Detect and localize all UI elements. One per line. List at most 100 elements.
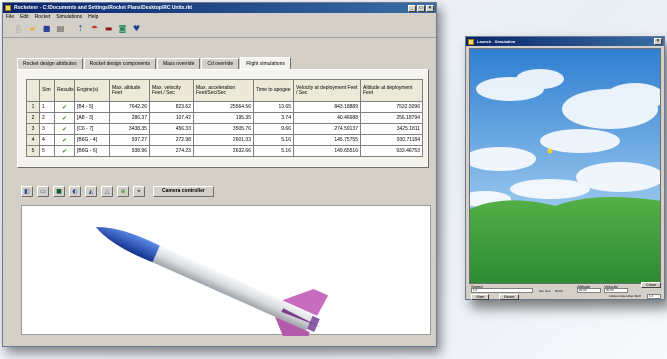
max-velocity-cell[interactable]: 272.98 <box>149 134 194 146</box>
max-acceleration-cell[interactable]: 195.35 <box>193 112 254 124</box>
menu-edit[interactable]: Edit <box>20 14 29 20</box>
rocket-3d-viewport[interactable] <box>21 205 431 354</box>
time-to-apogee-cell[interactable]: 5.16 <box>253 145 294 157</box>
sim-cell[interactable]: 4 <box>39 134 55 146</box>
max-altitude-cell[interactable]: 7642.26 <box>109 101 150 113</box>
column-header[interactable]: Max. velocity Feet / Sec <box>149 79 194 102</box>
tab-mass-override[interactable]: Mass override <box>156 58 201 69</box>
time-to-apogee-cell[interactable]: 9.66 <box>253 123 294 135</box>
column-header[interactable]: Sim <box>39 79 55 102</box>
max-altitude-cell[interactable]: 938.96 <box>109 145 150 157</box>
table-row[interactable]: 3 3 ✔ [C6 - 7] 3438.35 456.33 3505.76 9.66 274.5… <box>26 123 423 135</box>
row-number[interactable]: 5 <box>26 145 40 157</box>
table-row[interactable]: 2 2 ✔ [A8 - 3] 286.37 107.42 195.35 3.74 40.4668… <box>26 112 423 124</box>
parachute-icon[interactable]: ☂ <box>89 24 100 35</box>
altitude-deployment-cell[interactable]: 3425.1811 <box>360 123 423 135</box>
results-cell[interactable]: ✔ <box>54 123 75 135</box>
sim-cell[interactable]: 2 <box>39 112 55 124</box>
sim-cell[interactable]: 3 <box>39 123 55 135</box>
results-cell[interactable]: ✔ <box>54 101 75 113</box>
table-row[interactable]: 4 4 ✔ [B6G - 4] 937.27 272.98 2601.33 5.16 145.7… <box>26 134 423 146</box>
column-header[interactable]: Altitude at deployment Feet <box>360 79 423 102</box>
fins-icon[interactable]: ◭ <box>85 186 97 197</box>
max-altitude-cell[interactable]: 286.37 <box>109 112 150 124</box>
altitude-deployment-cell[interactable]: 256.18794 <box>360 112 423 124</box>
open-folder-icon[interactable]: ▰ <box>27 24 38 35</box>
column-header[interactable]: Engine(s) <box>74 79 110 102</box>
table-row[interactable]: 1 1 ✔ [B4 - 5] 7642.26 823.62 25564.56 13.65 843… <box>26 101 423 113</box>
tab-rocket-design-components[interactable]: Rocket design components <box>83 58 156 69</box>
row-number[interactable]: 4 <box>26 134 40 146</box>
engine-cell[interactable]: [C6 - 7] <box>74 123 110 135</box>
row-number[interactable]: 2 <box>26 112 40 124</box>
engine-cell[interactable]: [B4 - 5] <box>74 101 110 113</box>
tab-rocket-design-attributes[interactable]: Rocket design attributes <box>17 58 83 69</box>
velocity-deployment-cell[interactable]: 40.46688 <box>293 112 361 124</box>
altitude-deployment-cell[interactable]: 933.46753 <box>360 145 423 157</box>
max-acceleration-cell[interactable]: 3505.76 <box>193 123 254 135</box>
time-to-apogee-cell[interactable]: 3.74 <box>253 112 294 124</box>
tab-flight-simulations[interactable]: Flight simulations <box>240 57 291 69</box>
start-button[interactable]: Start <box>471 294 490 300</box>
max-velocity-cell[interactable]: 107.42 <box>149 112 194 124</box>
results-cell[interactable]: ✔ <box>54 112 75 124</box>
menu-simulations[interactable]: Simulations <box>56 14 82 20</box>
altitude-deployment-cell[interactable]: 930.71184 <box>360 134 423 146</box>
tab-cd-override[interactable]: Cd override <box>201 58 240 69</box>
menu-help[interactable]: Help <box>88 14 98 20</box>
velocity-deployment-cell[interactable]: 149.65516 <box>293 145 361 157</box>
camera-controller-button[interactable]: Camera controller <box>153 186 214 197</box>
column-header[interactable]: Results <box>54 79 75 102</box>
sim-cell[interactable]: 1 <box>39 101 55 113</box>
speed-field[interactable] <box>471 288 533 293</box>
column-header[interactable]: Velocity at deployment Feet / Sec <box>293 79 361 102</box>
rocket-icon[interactable]: ⇡ <box>75 24 86 35</box>
motor-icon[interactable]: ▬ <box>103 24 114 35</box>
print-icon[interactable]: ▤ <box>55 24 66 35</box>
color-icon[interactable]: ◐ <box>69 186 81 197</box>
view-front-icon[interactable]: ◧ <box>21 186 33 197</box>
reset-button[interactable]: Reset <box>499 294 520 300</box>
view-3d-icon[interactable]: ■ <box>53 186 65 197</box>
max-acceleration-cell[interactable]: 2601.33 <box>193 134 254 146</box>
row-number[interactable]: 1 <box>26 101 40 113</box>
sim-cell[interactable]: 5 <box>39 145 55 157</box>
maximize-icon[interactable]: □ <box>417 4 425 12</box>
max-velocity-cell[interactable]: 823.62 <box>149 101 194 113</box>
cg-icon[interactable]: ⊕ <box>117 186 129 197</box>
max-acceleration-cell[interactable]: 25564.56 <box>193 101 254 113</box>
max-altitude-cell[interactable]: 937.27 <box>109 134 150 146</box>
menu-rocket[interactable]: Rocket <box>35 14 51 20</box>
close-button[interactable]: Close <box>641 282 662 288</box>
engine-cell[interactable]: [A8 - 3] <box>74 112 110 124</box>
max-altitude-cell[interactable]: 3438.35 <box>109 123 150 135</box>
time-to-apogee-cell[interactable]: 5.16 <box>253 134 294 146</box>
column-header[interactable]: Max. acceleration Feet/Sec/Sec <box>193 79 254 102</box>
main-titlebar[interactable]: Rocketeer - C:\Documents and Settings\Ro… <box>3 3 436 13</box>
results-cell[interactable]: ✔ <box>54 145 75 157</box>
table-row[interactable]: 5 5 ✔ [B6G - 6] 938.96 274.23 2632.66 5.16 149.6… <box>26 145 423 157</box>
max-velocity-cell[interactable]: 456.33 <box>149 123 194 135</box>
help-icon[interactable]: ♥ <box>131 24 142 35</box>
results-cell[interactable]: ✔ <box>54 134 75 146</box>
max-velocity-cell[interactable]: 274.23 <box>149 145 194 157</box>
max-acceleration-cell[interactable]: 2632.66 <box>193 145 254 157</box>
view-side-icon[interactable]: ▭ <box>37 186 49 197</box>
column-header[interactable]: Max. altitude Feet <box>109 79 150 102</box>
altitude-deployment-cell[interactable]: 7532.5096 <box>360 101 423 113</box>
velocity-deployment-cell[interactable]: 274.59137 <box>293 123 361 135</box>
column-header[interactable]: Time to apogee <box>253 79 294 102</box>
engine-cell[interactable]: [B6G - 6] <box>74 145 110 157</box>
save-icon[interactable]: ■ <box>41 24 52 35</box>
simulate-icon[interactable]: ◙ <box>117 24 128 35</box>
sim-close-icon[interactable]: × <box>654 38 662 45</box>
velocity-deployment-cell[interactable]: 145.75755 <box>293 134 361 146</box>
menu-file[interactable]: File <box>6 14 14 20</box>
nose-icon[interactable]: △ <box>101 186 113 197</box>
time-to-apogee-cell[interactable]: 13.65 <box>253 101 294 113</box>
velocity-deployment-cell[interactable]: 843.18889 <box>293 101 361 113</box>
row-number[interactable]: 3 <box>26 123 40 135</box>
new-file-icon[interactable]: ▯ <box>13 24 24 35</box>
minimize-icon[interactable]: _ <box>408 4 416 12</box>
sim-titlebar[interactable]: Launch - Simulation × <box>466 37 664 46</box>
